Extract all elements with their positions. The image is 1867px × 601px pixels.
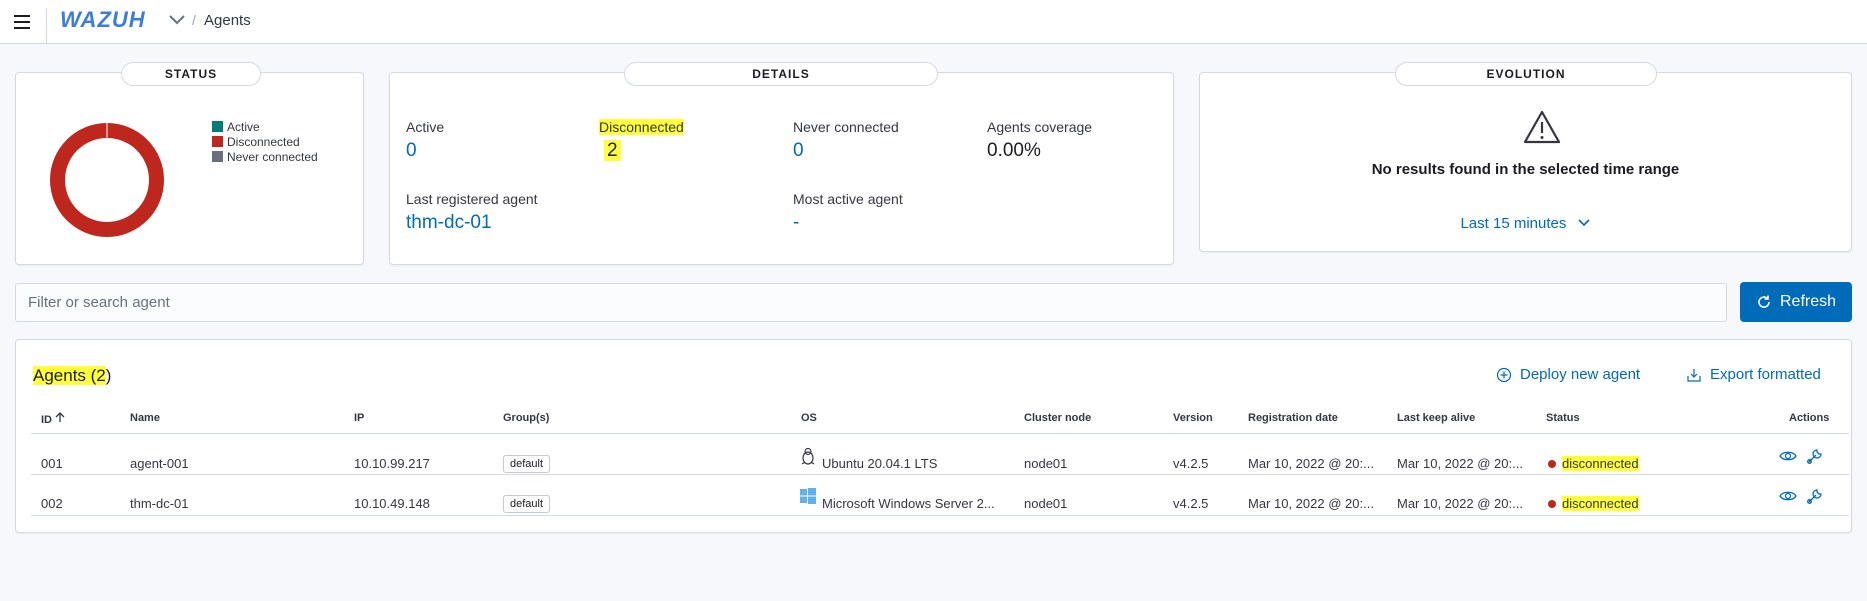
group-badge[interactable]: default [503,495,551,513]
search-input[interactable] [16,284,1726,321]
status-panel: STATUS Active Disconnected Never connect… [15,62,364,265]
wrench-icon[interactable] [1806,447,1824,465]
agents-table-panel: Agents (2) Deploy new agent Export forma… [15,339,1852,533]
col-header-id[interactable]: ID [41,412,65,426]
breadcrumb-agents: Agents [204,12,251,29]
col-header-cluster-node[interactable]: Cluster node [1024,412,1091,424]
evolution-panel-title: EVOLUTION [1395,62,1657,86]
warning-icon [1523,110,1561,144]
col-header-version[interactable]: Version [1173,412,1213,424]
plus-circle-icon [1496,367,1512,382]
stat-disconnected-value[interactable]: 2 [604,140,621,161]
chevron-down-icon [1577,219,1590,227]
windows-icon [800,488,816,504]
no-results-message: No results found in the selected time ra… [1371,161,1680,178]
col-header-last-keep-alive[interactable]: Last keep alive [1397,412,1475,424]
chevron-down-icon[interactable] [168,13,186,27]
arrow-up-icon [55,412,65,422]
col-header-os[interactable]: OS [801,412,817,424]
col-header-name[interactable]: Name [130,412,160,424]
status-badge: disconnected [1562,496,1639,511]
stat-active: Active 0 [406,119,445,162]
export-formatted-button[interactable]: Export formatted [1686,366,1821,383]
stat-most-active: Most active agent - [793,191,903,234]
breadcrumb-separator: / [192,12,196,28]
status-legend: Active Disconnected Never connected [212,119,318,164]
stat-never-connected: Never connected 0 [793,119,899,162]
deploy-new-agent-button[interactable]: Deploy new agent [1496,366,1640,383]
hamburger-menu-icon[interactable] [10,10,34,34]
wazuh-logo[interactable]: WAZUH [60,7,146,33]
most-active-link[interactable]: - [793,212,903,234]
group-badge[interactable]: default [503,455,551,473]
linux-icon [801,447,815,465]
details-panel-title: DETAILS [624,62,938,86]
stat-disconnected: Disconnected 2 [599,119,684,161]
col-header-groups[interactable]: Group(s) [503,412,549,424]
stat-last-registered: Last registered agent thm-dc-01 [406,191,538,234]
col-header-ip[interactable]: IP [354,412,364,424]
status-badge: disconnected [1562,456,1639,471]
stat-active-value[interactable]: 0 [406,140,444,162]
refresh-button[interactable]: Refresh [1740,282,1852,322]
status-dot [1548,500,1556,508]
status-panel-title: STATUS [121,62,261,86]
legend-disconnected: Disconnected [212,134,318,149]
legend-never-connected: Never connected [212,149,318,164]
legend-active: Active [212,119,318,134]
wrench-icon[interactable] [1806,487,1824,505]
eye-icon[interactable] [1779,447,1797,465]
col-header-actions: Actions [1789,412,1830,424]
details-panel: DETAILS Active 0 Disconnected 2 Never co… [389,62,1174,265]
agents-table-title: Agents (2) [33,366,112,385]
agent-search-field[interactable] [15,283,1727,322]
col-header-registration-date[interactable]: Registration date [1248,412,1338,424]
evolution-panel: EVOLUTION No results found in the select… [1199,62,1852,252]
header-divider [31,433,1849,434]
eye-icon[interactable] [1779,487,1797,505]
status-donut-chart [50,123,164,237]
col-header-status[interactable]: Status [1546,412,1580,424]
row-divider [31,515,1849,516]
refresh-icon [1758,295,1770,308]
row-divider [31,474,1849,475]
time-range-picker[interactable]: Last 15 minutes [1200,215,1851,232]
stat-coverage: Agents coverage 0.00% [987,119,1093,161]
last-registered-link[interactable]: thm-dc-01 [406,212,538,234]
header-divider [46,8,47,44]
export-icon [1687,368,1701,382]
top-bar: WAZUH / Agents [0,0,1867,44]
stat-never-value[interactable]: 0 [793,140,899,162]
status-dot [1548,460,1556,468]
